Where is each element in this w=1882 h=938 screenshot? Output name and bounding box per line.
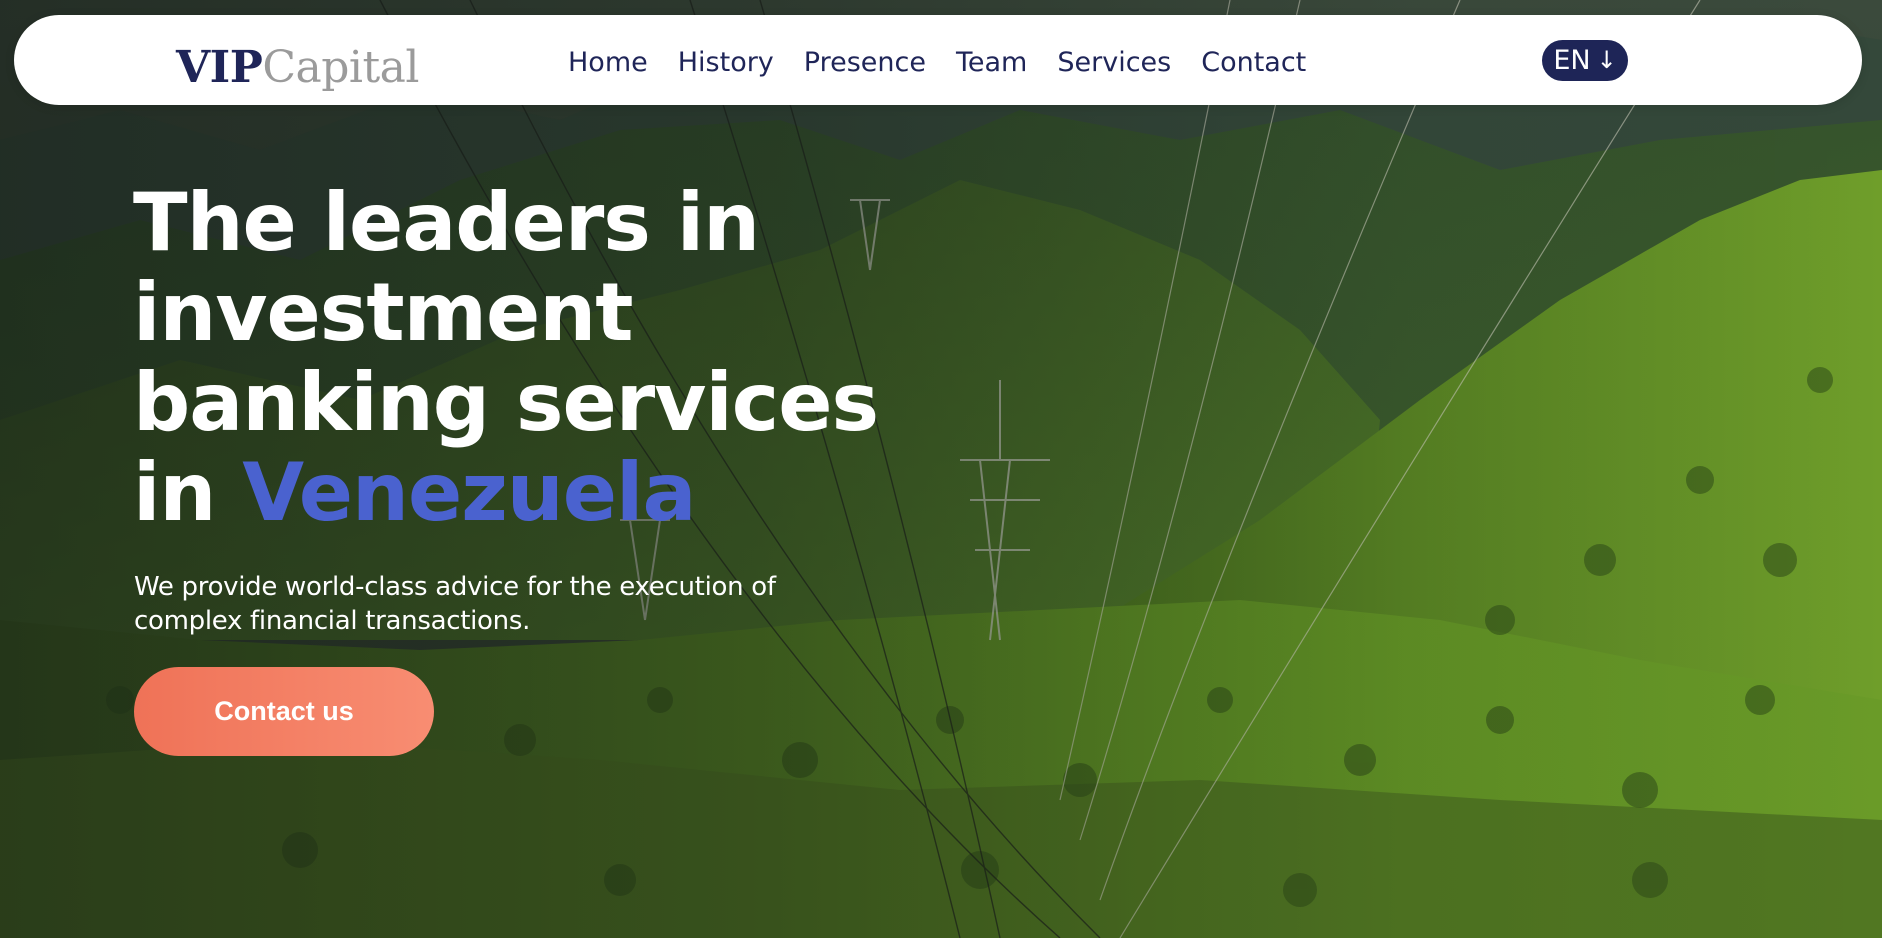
language-label: EN <box>1553 45 1591 76</box>
nav-item-history[interactable]: History <box>678 43 774 83</box>
hero-subtitle-line-1: We provide world-class advice for the ex… <box>134 572 776 602</box>
hero-title-line-2: investment <box>133 266 633 359</box>
hero-title: The leaders in investment banking servic… <box>133 178 893 538</box>
nav-item-home[interactable]: Home <box>568 43 648 83</box>
hero-subtitle: We provide world-class advice for the ex… <box>134 570 854 638</box>
navbar: VIPCapital Home History Presence Team Se… <box>14 15 1862 105</box>
main-nav: Home History Presence Team Services Cont… <box>568 43 1306 83</box>
hero-title-line-1: The leaders in <box>133 176 760 269</box>
language-selector-button[interactable]: EN ↓ <box>1542 40 1628 81</box>
nav-item-services[interactable]: Services <box>1057 43 1171 83</box>
brand-logo[interactable]: VIPCapital <box>176 43 419 93</box>
contact-us-button[interactable]: Contact us <box>134 667 434 756</box>
nav-item-presence[interactable]: Presence <box>804 43 926 83</box>
nav-item-contact[interactable]: Contact <box>1201 43 1306 83</box>
hero-title-line-3: banking services <box>133 356 879 449</box>
brand-name-strong: VIP <box>176 42 263 93</box>
brand-name-light: Capital <box>262 42 419 93</box>
nav-item-team[interactable]: Team <box>956 43 1027 83</box>
hero-subtitle-line-2: complex financial transactions. <box>134 606 531 636</box>
hero-title-line-4-prefix: in <box>133 446 243 539</box>
hero-title-accent: Venezuela <box>242 446 696 539</box>
arrow-down-icon: ↓ <box>1596 46 1617 74</box>
